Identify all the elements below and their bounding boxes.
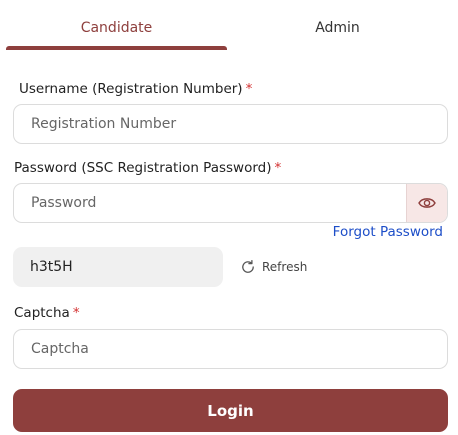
required-mark: * [245,81,253,97]
password-field-wrapper [13,183,448,223]
password-input[interactable] [14,184,406,222]
forgot-password-link[interactable]: Forgot Password [333,224,443,240]
captcha-label-text: Captcha [14,305,70,321]
active-tab-indicator [6,46,227,50]
required-mark: * [274,160,282,176]
password-label: Password (SSC Registration Password) * [14,160,281,176]
tab-admin[interactable]: Admin [227,0,448,52]
username-label-text: Username (Registration Number) [19,81,243,97]
username-input[interactable] [14,105,447,143]
password-visibility-toggle[interactable] [406,184,447,222]
password-label-text: Password (SSC Registration Password) [14,160,272,176]
captcha-input[interactable] [14,330,447,368]
refresh-label: Refresh [262,260,308,274]
captcha-label: Captcha * [14,305,80,321]
eye-icon [418,198,436,208]
tab-candidate[interactable]: Candidate [6,0,227,52]
refresh-captcha-button[interactable]: Refresh [240,258,307,276]
username-field-wrapper [13,104,448,144]
refresh-icon [242,259,254,273]
login-button[interactable]: Login [13,389,448,432]
captcha-image: h3t5H [13,247,223,287]
required-mark: * [72,305,80,321]
login-tabs: Candidate Admin [0,0,458,52]
captcha-field-wrapper [13,329,448,369]
username-label: Username (Registration Number) * [19,81,252,97]
